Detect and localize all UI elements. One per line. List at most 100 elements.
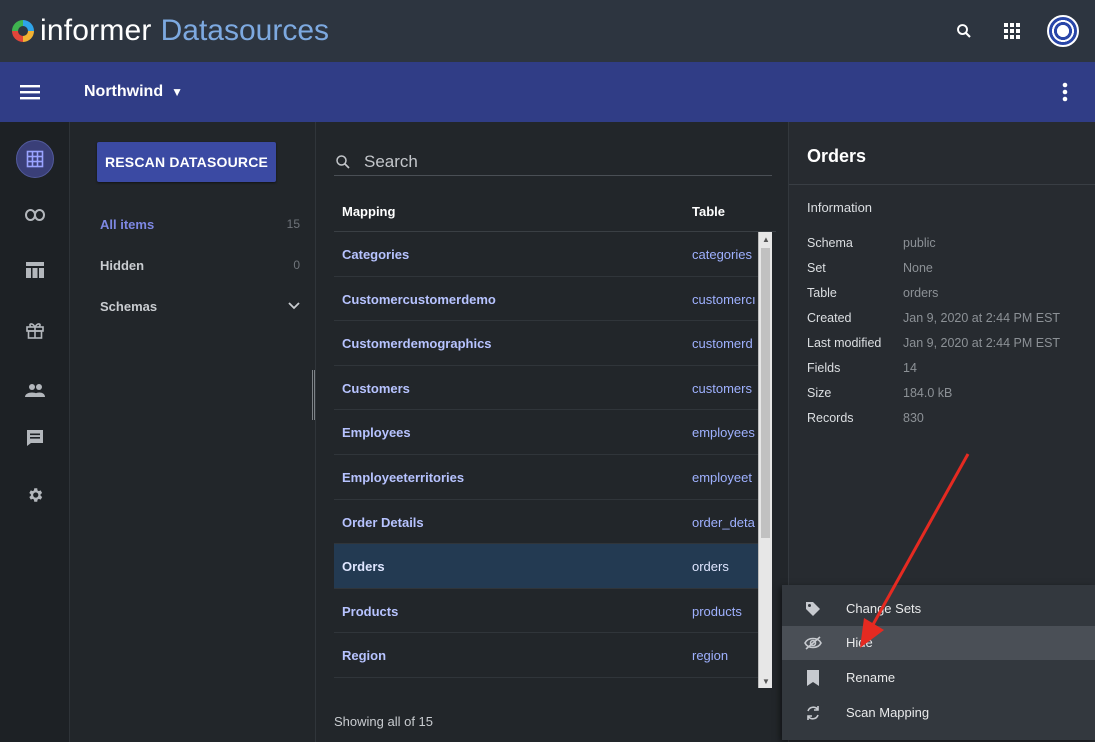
row-table: categories [692, 247, 752, 262]
menu-icon[interactable] [0, 84, 60, 100]
list-rows: Categories categories Customercustomerdem… [334, 232, 758, 680]
detail-key: Records [807, 411, 854, 425]
detail-key: Last modified [807, 336, 882, 350]
table-row[interactable]: Order Details order_deta [334, 500, 758, 545]
row-table: orders [692, 559, 729, 575]
chevron-down-icon [288, 299, 300, 313]
detail-row-created: Created Jan 9, 2020 at 2:44 PM EST [807, 311, 1087, 329]
filter-label: All items [100, 216, 155, 232]
information-heading: Information [807, 200, 873, 215]
search-field[interactable]: Search [334, 148, 772, 176]
datasource-bar: Northwind ▼ [0, 62, 1095, 122]
column-header-mapping[interactable]: Mapping [342, 204, 395, 219]
menu-item-scan-mapping[interactable]: Scan Mapping [782, 696, 1095, 730]
filter-all-items[interactable]: All items 15 [100, 214, 300, 234]
row-mapping: Region [342, 648, 387, 664]
detail-value: Jan 9, 2020 at 2:44 PM EST [903, 311, 1061, 325]
search-input[interactable]: Search [364, 152, 418, 172]
detail-key: Set [807, 261, 826, 275]
scroll-up-arrow-icon[interactable]: ▲ [759, 232, 773, 246]
bookmark-icon [804, 669, 822, 687]
detail-row-set: Set None [807, 261, 1087, 279]
detail-value: orders [903, 286, 939, 300]
menu-item-change-sets[interactable]: Change Sets [782, 592, 1095, 626]
table-row[interactable]: Region region [334, 633, 758, 678]
brand-name: informer [40, 14, 152, 47]
menu-item-hide[interactable]: Hide [782, 626, 1095, 660]
user-avatar[interactable] [1047, 15, 1079, 47]
row-mapping: Employees [342, 425, 411, 441]
row-mapping: Products [342, 603, 399, 619]
search-icon [336, 154, 350, 169]
detail-key: Table [807, 286, 837, 300]
row-table: order_deta [692, 514, 755, 530]
row-context-menu: Change Sets Hide Rename Scan Mapping [782, 585, 1095, 740]
detail-value: public [903, 236, 936, 250]
table-row[interactable]: Customerdemographics customerd [334, 321, 758, 366]
menu-item-label: Hide [846, 635, 873, 650]
row-table: products [692, 603, 742, 619]
detail-row-fields: Fields 14 [807, 361, 1087, 379]
filter-count: 15 [286, 217, 300, 231]
list-footer: Showing all of 15 [334, 714, 434, 729]
tag-icon [804, 600, 822, 618]
table-row-selected[interactable]: Orders orders [334, 544, 758, 589]
panel-resize-handle[interactable] [312, 370, 315, 420]
row-mapping: Customers [342, 380, 410, 396]
settings-gear-icon[interactable] [22, 482, 48, 508]
filters-panel: RESCAN DATASOURCE All items 15 Hidden 0 … [70, 122, 316, 742]
table-row[interactable]: Categories categories [334, 232, 758, 277]
app-logo[interactable]: informer Datasources [12, 14, 329, 48]
detail-row-last-modified: Last modified Jan 9, 2020 at 2:44 PM EST [807, 336, 1087, 354]
list-scrollbar[interactable]: ▲ ▼ [758, 232, 772, 688]
menu-item-label: Change Sets [846, 601, 922, 616]
row-mapping: Customercustomerdemo [342, 291, 496, 307]
more-vert-icon[interactable] [1053, 80, 1077, 104]
row-mapping: Order Details [342, 514, 424, 530]
gift-icon[interactable] [22, 317, 48, 343]
table-row[interactable]: Customers customers [334, 366, 758, 411]
row-table: customers [692, 380, 752, 396]
detail-value: None [903, 261, 933, 275]
table-row[interactable]: Products products [334, 589, 758, 634]
filter-schemas[interactable]: Schemas [100, 296, 300, 316]
row-mapping: Customerdemographics [342, 336, 492, 352]
details-title: Orders [807, 146, 867, 166]
column-header-table[interactable]: Table [692, 204, 725, 219]
table-row[interactable]: Customercustomerdemo customercı [334, 277, 758, 322]
menu-item-rename[interactable]: Rename [782, 661, 1095, 695]
mappings-list-panel: Search Mapping Table Categories categorie… [316, 122, 788, 742]
detail-row-size: Size 184.0 kB [807, 386, 1087, 404]
comment-icon[interactable] [22, 425, 48, 451]
detail-value: 14 [903, 361, 917, 375]
detail-row-table: Table orders [807, 286, 1087, 304]
filter-count: 0 [293, 258, 300, 272]
section-title: Datasources [160, 14, 330, 47]
table-row[interactable]: Employeeterritories employeet [334, 455, 758, 500]
row-table: customerd [692, 336, 753, 352]
eye-off-icon [804, 634, 822, 652]
detail-value: 184.0 kB [903, 386, 953, 400]
link-icon[interactable] [22, 202, 48, 228]
people-icon[interactable] [22, 377, 48, 403]
datasource-name: Northwind [84, 83, 164, 100]
search-icon[interactable] [951, 18, 977, 44]
rescan-datasource-button[interactable]: RESCAN DATASOURCE [97, 142, 276, 182]
table-icon[interactable] [22, 257, 48, 283]
scroll-down-arrow-icon[interactable]: ▼ [759, 674, 773, 688]
scroll-thumb[interactable] [761, 248, 770, 538]
detail-key: Size [807, 386, 832, 400]
detail-row-records: Records 830 [807, 411, 1087, 429]
apps-grid-icon[interactable] [999, 18, 1025, 44]
filter-label: Hidden [100, 257, 145, 273]
datasource-selector[interactable]: Northwind ▼ [84, 83, 183, 101]
filter-hidden[interactable]: Hidden 0 [100, 255, 300, 275]
table-row[interactable]: Employees employees [334, 410, 758, 455]
row-mapping: Categories [342, 247, 410, 262]
chevron-down-icon: ▼ [171, 85, 183, 99]
row-table: employeet [692, 469, 752, 485]
detail-key: Fields [807, 361, 841, 375]
row-table: employees [692, 425, 755, 441]
datasources-grid-icon[interactable] [16, 140, 54, 178]
detail-key: Schema [807, 236, 853, 250]
